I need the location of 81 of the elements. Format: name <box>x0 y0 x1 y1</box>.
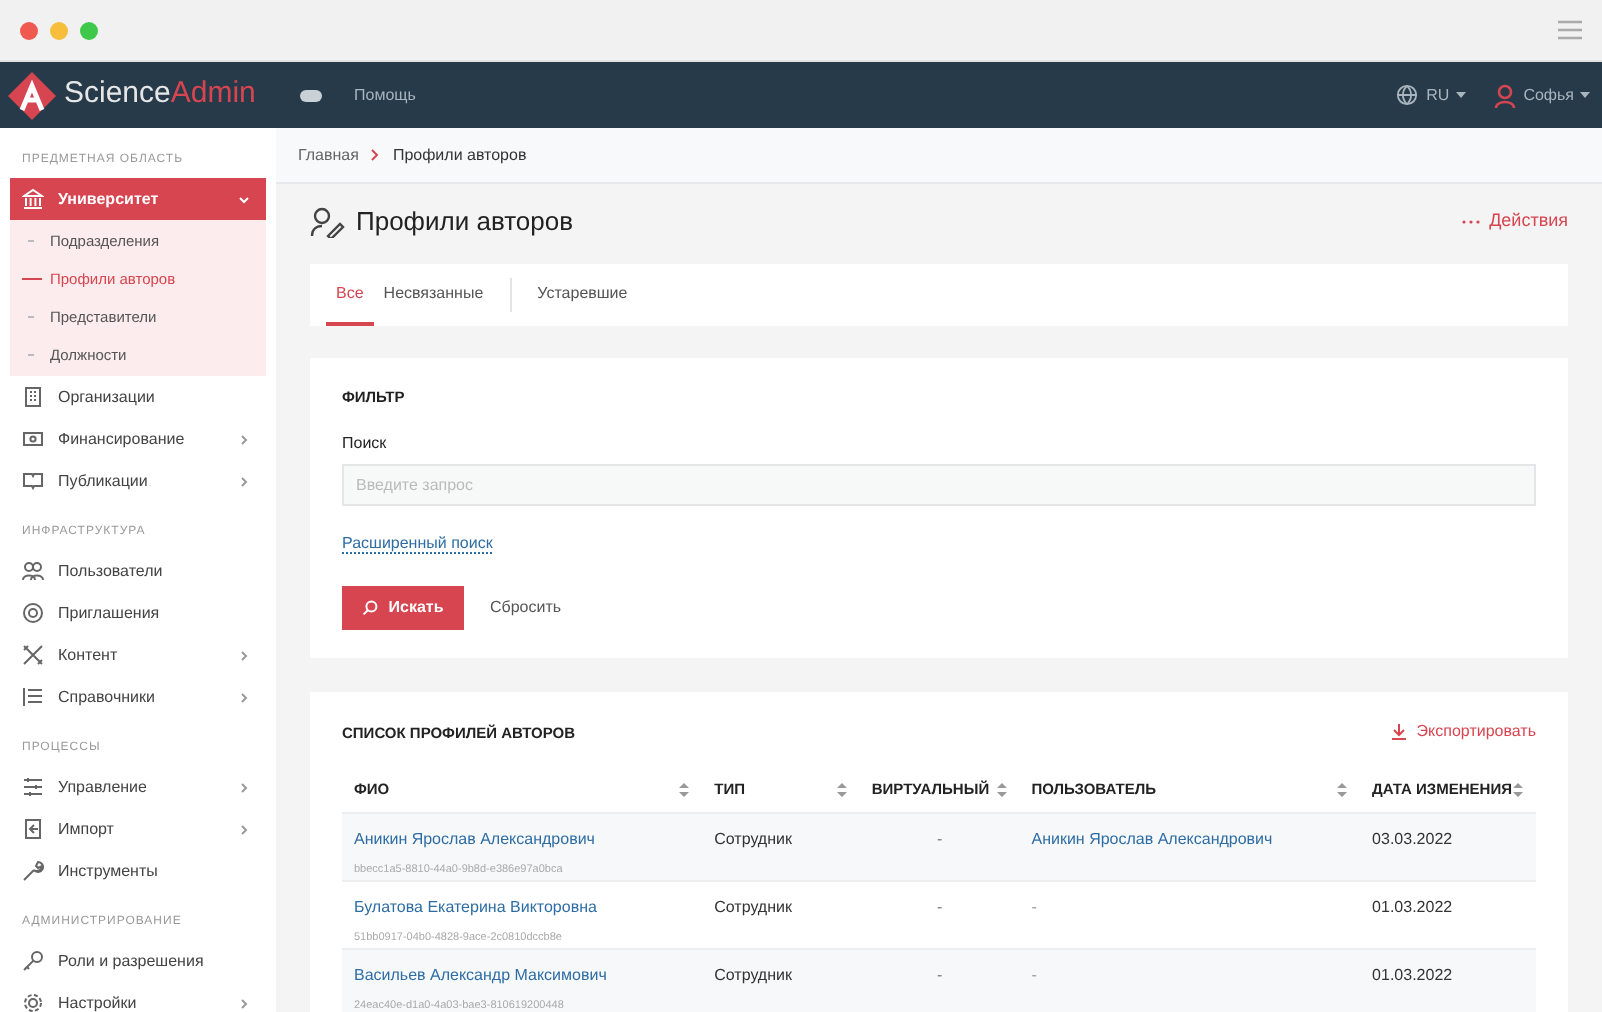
user-link[interactable]: Аникин Ярослав Александрович <box>1031 829 1273 848</box>
chevron-down-icon <box>238 193 250 205</box>
logo-text: ScienceAdmin <box>64 74 256 115</box>
virtual-cell: - <box>936 897 943 916</box>
search-field[interactable]: Введите запрос <box>342 464 1536 507</box>
sliders-icon <box>22 776 44 798</box>
at-sign-icon <box>22 602 44 624</box>
key-icon <box>22 950 44 972</box>
sidebar-item[interactable]: Управление <box>10 766 266 808</box>
tab[interactable]: Несвязанные <box>373 264 494 326</box>
page-title: Профили авторов <box>356 204 573 241</box>
sidebar-item[interactable]: Контент <box>10 634 266 676</box>
sort-icon[interactable] <box>1512 782 1524 798</box>
author-name-link[interactable]: Булатова Екатерина Викторовна <box>354 895 691 920</box>
toggle-icon[interactable] <box>300 89 322 101</box>
sort-icon[interactable] <box>1336 782 1349 798</box>
search-icon <box>362 600 379 617</box>
user-cell: - <box>1031 897 1037 916</box>
type-cell: Сотрудник <box>714 897 792 916</box>
breadcrumb-link[interactable]: Главная <box>298 143 359 167</box>
sidebar-item[interactable]: Финансирование <box>10 418 266 460</box>
menu-icon[interactable] <box>1558 20 1582 40</box>
sidebar-item[interactable]: Приглашения <box>10 592 266 634</box>
chevron-right-icon <box>238 823 250 835</box>
sidebar-item[interactable]: Роли и разрешения <box>10 940 266 982</box>
chevron-right-icon <box>370 148 381 162</box>
sidebar-item[interactable]: Публикации <box>10 460 266 502</box>
tab[interactable]: Устаревшие <box>527 264 638 326</box>
sidebar-item[interactable]: Университет <box>10 178 266 220</box>
reset-button[interactable]: Сбросить <box>490 596 562 621</box>
chevron-right-icon <box>238 433 250 445</box>
sidebar-item[interactable]: Пользователи <box>10 550 266 592</box>
import-icon <box>22 818 44 840</box>
book-icon <box>22 470 44 492</box>
settings-icon <box>22 992 44 1012</box>
sidebar-item[interactable]: Импорт <box>10 808 266 850</box>
crossed-tools-icon <box>22 644 44 666</box>
logo-icon <box>6 69 58 121</box>
search-label: Поиск <box>342 432 389 457</box>
sort-icon[interactable] <box>835 782 848 798</box>
virtual-cell: - <box>936 829 943 848</box>
globe-icon[interactable] <box>1396 84 1419 106</box>
user-icon[interactable] <box>1493 83 1516 107</box>
tab[interactable]: Все <box>326 264 374 326</box>
chevron-right-icon <box>238 781 250 793</box>
date-cell: 01.03.2022 <box>1372 965 1453 984</box>
building-icon <box>22 386 44 408</box>
help-link[interactable]: Помощь <box>354 83 416 107</box>
profile-edit-icon <box>310 206 346 238</box>
type-cell: Сотрудник <box>714 965 792 984</box>
caret-icon <box>1580 92 1590 98</box>
caret-icon <box>1455 92 1466 98</box>
virtual-cell: - <box>936 965 943 984</box>
date-cell: 01.03.2022 <box>1372 897 1453 916</box>
sidebar-item[interactable]: Инструменты <box>10 850 266 892</box>
chevron-right-icon <box>238 691 250 703</box>
sidebar-item[interactable]: Справочники <box>10 676 266 718</box>
bank-icon <box>22 188 44 210</box>
author-name-link[interactable]: Васильев Александр Максимович <box>354 963 691 988</box>
type-cell: Сотрудник <box>714 829 792 848</box>
wrench-icon <box>22 860 44 882</box>
banknote-icon <box>22 428 44 450</box>
sort-icon[interactable] <box>678 782 691 798</box>
export-button[interactable]: Экспортировать <box>1416 720 1536 745</box>
language-dropdown[interactable]: RU <box>1426 83 1466 107</box>
users-icon <box>22 560 44 582</box>
date-cell: 03.03.2022 <box>1372 829 1453 848</box>
sidebar-item[interactable]: Организации <box>10 376 266 418</box>
sort-icon[interactable] <box>995 782 1008 798</box>
chevron-right-icon <box>238 997 250 1009</box>
actions-button[interactable]: Действия <box>1461 208 1568 236</box>
search-button[interactable]: Искать <box>342 586 464 631</box>
advanced-search-link[interactable]: Расширенный поиск <box>342 534 493 555</box>
author-name-link[interactable]: Аникин Ярослав Александрович <box>354 827 691 852</box>
user-cell: - <box>1031 965 1037 984</box>
sidebar-item[interactable]: Настройки <box>10 982 266 1012</box>
download-icon <box>1392 724 1407 741</box>
user-dropdown[interactable]: Софья <box>1523 83 1590 107</box>
chevron-right-icon <box>238 475 250 487</box>
list-icon <box>22 686 44 708</box>
chevron-right-icon <box>238 649 250 661</box>
